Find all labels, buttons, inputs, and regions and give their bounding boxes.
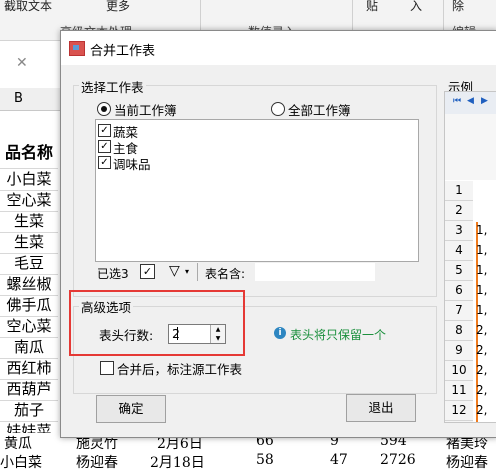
- ribbon-button-insert[interactable]: 入: [410, 0, 422, 14]
- dialog-title: 合并工作表: [90, 44, 156, 59]
- preview-row-number: 4: [445, 241, 473, 261]
- preview-row-number: 7: [445, 301, 473, 321]
- selected-count: 已选3: [97, 267, 129, 281]
- ribbon-button-extract-text[interactable]: 截取文本: [4, 0, 52, 14]
- table-cell[interactable]: 南瓜: [0, 337, 58, 359]
- radio-all-workbooks[interactable]: [271, 102, 285, 116]
- preview-cell: 2,: [476, 403, 488, 417]
- preview-cell: 1,: [476, 303, 488, 317]
- preview-cell: 1,: [476, 223, 488, 237]
- table-cell[interactable]: 58: [256, 452, 274, 468]
- preview-row-number: 8: [445, 321, 473, 341]
- filter-icon[interactable]: ▽: [169, 263, 180, 279]
- mark-source-label[interactable]: 合并后，标注源工作表: [117, 359, 242, 378]
- preview-header-space: [445, 114, 496, 180]
- chevron-down-icon[interactable]: ▾: [185, 267, 189, 276]
- table-cell[interactable]: 空心菜: [0, 316, 58, 338]
- table-cell[interactable]: 黄瓜: [4, 433, 32, 453]
- preview-cell: 2,: [476, 383, 488, 397]
- first-sheet-icon[interactable]: ⏮: [453, 96, 461, 106]
- table-cell[interactable]: 小白菜: [0, 452, 42, 472]
- header-rows-stepper[interactable]: 2 ▲ ▼: [168, 324, 226, 344]
- cancel-button[interactable]: 退出: [346, 394, 416, 422]
- header-rows-value[interactable]: 2: [172, 326, 180, 341]
- preview-tab-bar: ⏮ ◀ ▶: [445, 92, 496, 115]
- table-cell[interactable]: 茄子: [0, 400, 58, 422]
- preview-row-number: 1: [445, 181, 473, 201]
- preview-cell: 1,: [476, 243, 488, 257]
- header-cell[interactable]: 品名称: [0, 138, 58, 169]
- sheet-checkbox[interactable]: ✓: [98, 140, 111, 153]
- select-all-check-icon[interactable]: ✓: [140, 264, 155, 279]
- app-icon: [69, 41, 85, 56]
- table-cell[interactable]: 西红柿: [0, 358, 58, 380]
- preview-cell: 2,: [476, 343, 488, 357]
- table-cell[interactable]: 螺丝椒: [0, 274, 58, 296]
- preview-row-number: 10: [445, 361, 473, 381]
- preview-row-number: 6: [445, 281, 473, 301]
- advanced-options-label: 高级选项: [79, 297, 134, 316]
- column-header: B: [0, 88, 60, 111]
- table-cell[interactable]: 杨迎春: [446, 452, 488, 472]
- radio-current-workbook[interactable]: [97, 102, 111, 116]
- sheet-list-item[interactable]: 调味品: [113, 154, 151, 173]
- dialog-titlebar[interactable]: 合并工作表: [61, 31, 496, 65]
- preview-row-number: 3: [445, 221, 473, 241]
- table-cell[interactable]: 生菜: [0, 211, 58, 233]
- radio-all-workbooks-label[interactable]: 全部工作簿: [288, 100, 351, 119]
- prev-sheet-icon[interactable]: ◀: [467, 96, 474, 106]
- table-cell[interactable]: 2726: [380, 452, 416, 468]
- preview-row-number: 2: [445, 201, 473, 221]
- preview-row-number: 9: [445, 341, 473, 361]
- toolbar-divider: [197, 263, 198, 281]
- header-rows-label: 表头行数:: [99, 328, 154, 343]
- ok-button[interactable]: 确定: [96, 395, 166, 423]
- info-icon: i: [274, 327, 286, 339]
- close-icon[interactable]: ✕: [16, 55, 28, 71]
- preview-cell: 2,: [476, 363, 488, 377]
- preview-panel: ⏮ ◀ ▶ 1 2 3 4 5 6 7 8 9 10 11 12 13 1, 1…: [444, 91, 496, 423]
- preview-row-number: 13: [445, 421, 473, 422]
- stepper-down-icon[interactable]: ▼: [210, 334, 225, 343]
- table-cell[interactable]: 杨迎春: [76, 452, 118, 472]
- preview-row-number: 5: [445, 261, 473, 281]
- table-cell[interactable]: 佛手瓜: [0, 295, 58, 317]
- table-cell[interactable]: 生菜: [0, 232, 58, 254]
- next-sheet-icon[interactable]: ▶: [481, 96, 488, 106]
- table-cell[interactable]: 毛豆: [0, 253, 58, 275]
- preview-cell: 1,: [476, 263, 488, 277]
- sheet-checkbox[interactable]: ✓: [98, 156, 111, 169]
- sheet-list[interactable]: ✓ 蔬菜 ✓ 主食 ✓ 调味品: [95, 119, 419, 262]
- preview-cell: 2,: [476, 323, 488, 337]
- header-hint-text: 表头将只保留一个: [290, 328, 387, 342]
- ribbon-button-paste[interactable]: 贴: [366, 0, 378, 14]
- preview-row-number: 12: [445, 401, 473, 421]
- column-header-b[interactable]: B: [14, 91, 23, 106]
- table-cell[interactable]: 空心菜: [0, 190, 58, 212]
- preview-cell: 1,: [476, 283, 488, 297]
- merge-sheets-dialog: 合并工作表 选择工作表 当前工作簿 全部工作簿 ✓ 蔬菜 ✓ 主食 ✓ 调味品 …: [60, 30, 496, 438]
- radio-current-workbook-label[interactable]: 当前工作簿: [114, 100, 177, 119]
- mark-source-checkbox[interactable]: [100, 361, 114, 375]
- table-cell[interactable]: 小白菜: [0, 169, 58, 191]
- table-cell[interactable]: 西葫芦: [0, 379, 58, 401]
- text-caret: [177, 327, 178, 340]
- sheet-list-toolbar: 已选3 ✓ ▽ ▾ 表名含:: [95, 263, 417, 283]
- name-box-area[interactable]: ✕: [0, 41, 60, 89]
- sheet-checkbox[interactable]: ✓: [98, 124, 111, 137]
- table-cell[interactable]: 47: [330, 452, 348, 468]
- sheet-name-filter-label: 表名含:: [205, 267, 246, 281]
- ribbon-button-more[interactable]: 更多: [106, 0, 130, 14]
- table-cell[interactable]: 2月18日: [150, 452, 205, 472]
- select-sheets-label: 选择工作表: [79, 77, 146, 96]
- preview-row-number: 11: [445, 381, 473, 401]
- sheet-name-filter-input[interactable]: [255, 263, 375, 281]
- ribbon-button-delete[interactable]: 除: [452, 0, 464, 14]
